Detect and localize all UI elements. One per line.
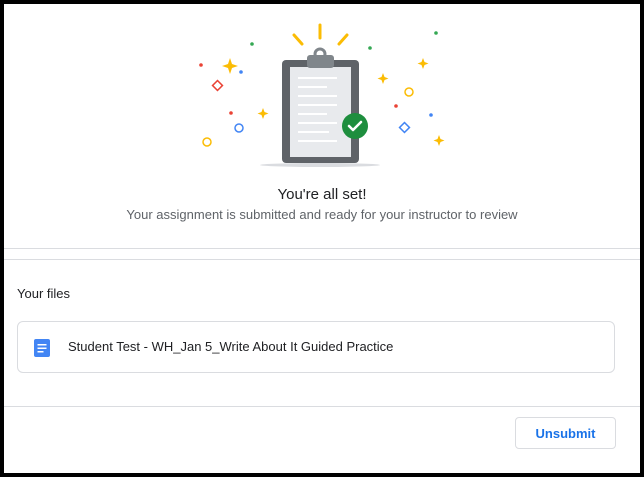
files-heading: Your files <box>17 286 70 301</box>
confirmation-title: You're all set! <box>277 186 367 203</box>
unsubmit-button[interactable]: Unsubmit <box>515 417 616 449</box>
google-docs-icon <box>34 339 50 357</box>
file-name: Student Test - WH_Jan 5_Write About It G… <box>68 339 394 354</box>
assignment-submitted-panel: You're all set! Your assignment is submi… <box>0 0 644 477</box>
confirmation-message: Your assignment is submitted and ready f… <box>126 207 518 222</box>
clipboard-check-icon <box>199 23 445 167</box>
your-files-section: Your files Student Test - WH_Jan 5_Write… <box>4 259 640 407</box>
file-attachment-card[interactable]: Student Test - WH_Jan 5_Write About It G… <box>17 321 615 373</box>
confirmation-section: You're all set! Your assignment is submi… <box>4 4 640 249</box>
